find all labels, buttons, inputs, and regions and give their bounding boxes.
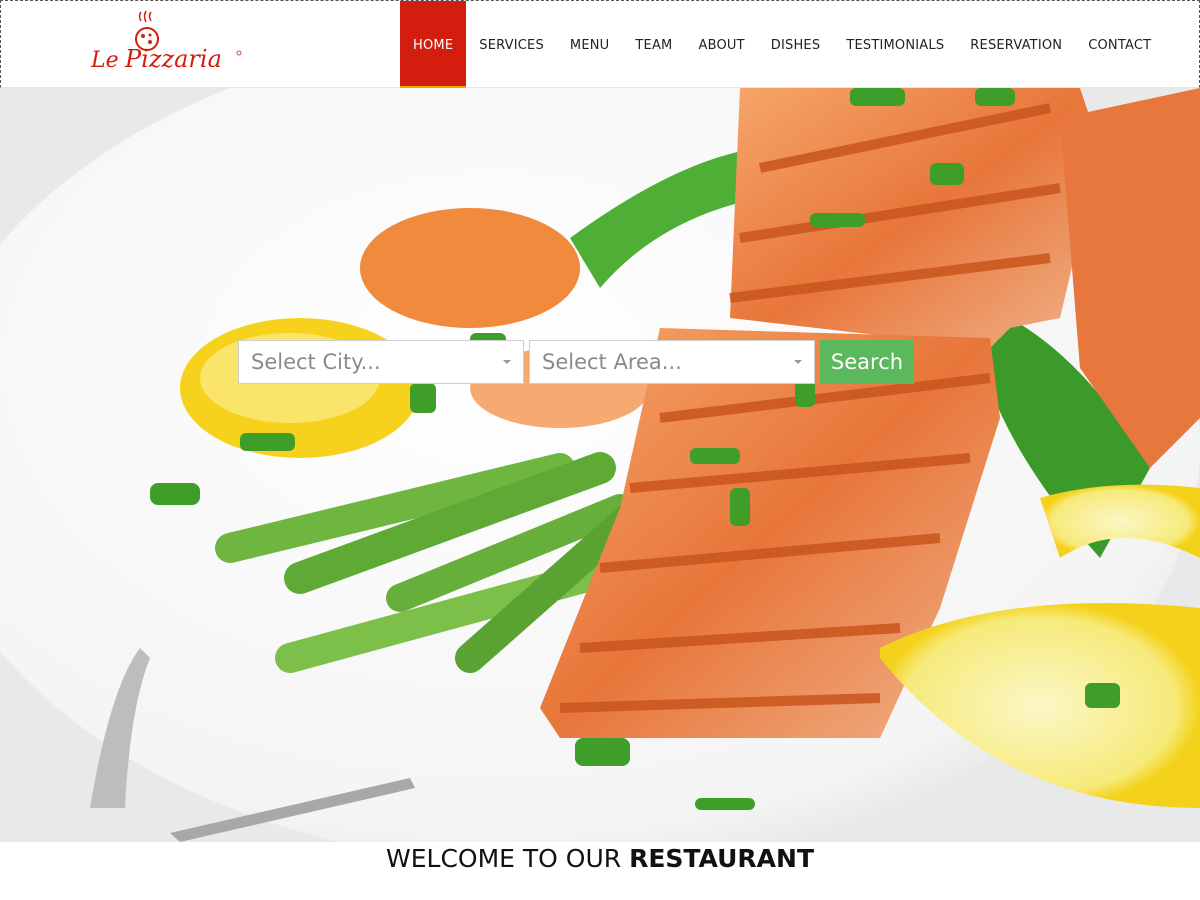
nav-item-about[interactable]: ABOUT	[685, 1, 757, 89]
city-select-placeholder: Select City...	[251, 350, 381, 374]
welcome-emphasis: RESTAURANT	[629, 844, 814, 873]
search-button[interactable]: Search	[820, 340, 914, 384]
grilled-salmon-dish-photo-icon	[0, 88, 1200, 842]
main-nav: HOME SERVICES MENU TEAM ABOUT DISHES TESTIMONI…	[400, 1, 1164, 89]
nav-item-home[interactable]: HOME	[400, 1, 467, 89]
city-select[interactable]: Select City...	[238, 340, 524, 384]
welcome-prefix: WELCOME TO OUR	[386, 844, 630, 873]
nav-item-team[interactable]: TEAM	[622, 1, 685, 89]
hero-banner: Select City... Select Area... Search	[0, 88, 1200, 842]
nav-item-services[interactable]: SERVICES	[466, 1, 557, 89]
chevron-down-icon	[503, 360, 511, 364]
svg-text:Le: Le	[90, 48, 119, 73]
nav-item-menu[interactable]: MENU	[557, 1, 622, 89]
area-select-placeholder: Select Area...	[542, 350, 682, 374]
pizzaria-logo-icon: Le Pizzaria	[90, 10, 242, 73]
chevron-down-icon	[794, 360, 802, 364]
svg-text:Pizzaria: Pizzaria	[124, 45, 222, 73]
location-search-bar: Select City... Select Area... Search	[238, 340, 914, 384]
nav-item-contact[interactable]: CONTACT	[1075, 1, 1164, 89]
area-select[interactable]: Select Area...	[529, 340, 815, 384]
nav-item-reservation[interactable]: RESERVATION	[957, 1, 1075, 89]
site-header: Le Pizzaria HOME SERVICES MENU TEAM ABOUT DIS…	[0, 0, 1200, 89]
nav-item-dishes[interactable]: DISHES	[758, 1, 834, 89]
welcome-heading: WELCOME TO OUR RESTAURANT	[0, 842, 1200, 900]
nav-item-testimonials[interactable]: TESTIMONIALS	[833, 1, 957, 89]
brand-logo[interactable]: Le Pizzaria	[89, 9, 249, 79]
